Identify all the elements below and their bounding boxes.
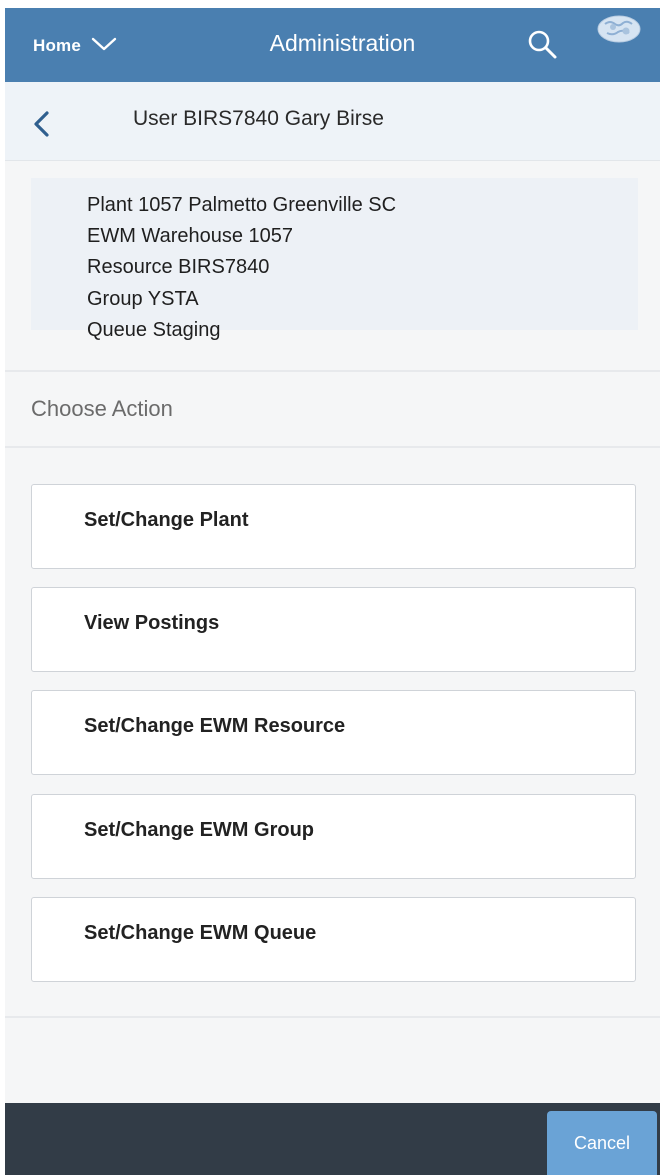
search-icon bbox=[526, 30, 560, 66]
divider bbox=[5, 370, 660, 372]
top-bar: Home Administration bbox=[5, 8, 660, 82]
set-change-ewm-resource-button[interactable]: Set/Change EWM Resource bbox=[31, 690, 636, 775]
divider bbox=[5, 1016, 660, 1018]
section-label: Choose Action bbox=[31, 396, 173, 421]
cancel-button[interactable]: Cancel bbox=[547, 1111, 657, 1175]
divider bbox=[5, 446, 660, 448]
action-label: Set/Change EWM Resource bbox=[84, 715, 346, 737]
view-postings-button[interactable]: View Postings bbox=[31, 587, 636, 672]
action-label: Set/Change Plant bbox=[84, 509, 249, 531]
resource-info: Resource BIRS7840 bbox=[87, 256, 270, 278]
action-label: Set/Change EWM Queue bbox=[84, 922, 317, 944]
footer-bar: Cancel bbox=[5, 1103, 660, 1175]
set-change-ewm-queue-button[interactable]: Set/Change EWM Queue bbox=[31, 897, 636, 982]
action-label: View Postings bbox=[84, 612, 220, 634]
page-title: Administration bbox=[269, 30, 416, 56]
action-label: Set/Change EWM Group bbox=[84, 819, 314, 841]
queue-info: Queue Staging bbox=[87, 319, 221, 341]
warehouse-info: EWM Warehouse 1057 bbox=[87, 225, 294, 247]
set-change-plant-button[interactable]: Set/Change Plant bbox=[31, 484, 636, 569]
user-info-panel: Plant 1057 Palmetto Greenville SC EWM Wa… bbox=[31, 178, 638, 341]
set-change-ewm-group-button[interactable]: Set/Change EWM Group bbox=[31, 794, 636, 879]
language-button[interactable] bbox=[595, 14, 643, 44]
globe-icon bbox=[595, 15, 643, 48]
search-button[interactable] bbox=[526, 28, 560, 62]
app-frame: Home Administration User BIRS7840 Gary B… bbox=[5, 8, 660, 1175]
user-bar: User BIRS7840 Gary Birse bbox=[5, 82, 660, 161]
back-button[interactable] bbox=[27, 106, 57, 142]
user-title: User BIRS7840 Gary Birse bbox=[133, 107, 384, 130]
chevron-left-icon bbox=[27, 111, 57, 146]
group-info: Group YSTA bbox=[87, 288, 199, 310]
plant-info: Plant 1057 Palmetto Greenville SC bbox=[87, 194, 397, 216]
